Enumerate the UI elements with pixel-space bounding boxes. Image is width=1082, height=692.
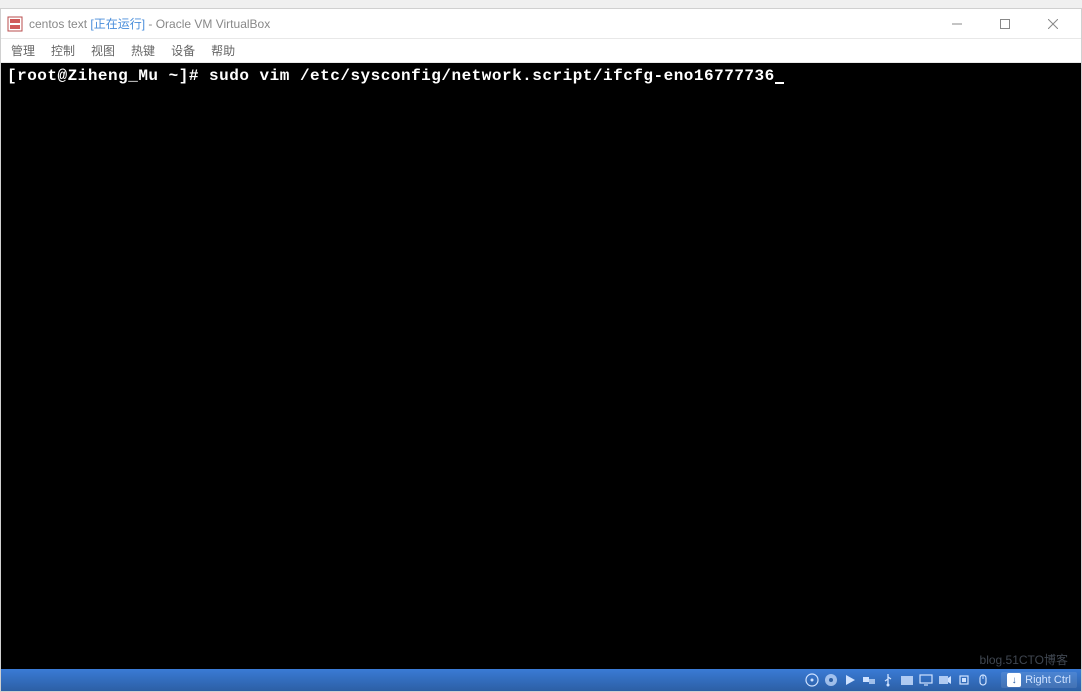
status-icons: [804, 672, 991, 688]
terminal-command: sudo vim /etc/sysconfig/network.script/i…: [209, 67, 775, 85]
disc-icon[interactable]: [804, 672, 820, 688]
virtualbox-window: centos text [正在运行] - Oracle VM VirtualBo…: [0, 8, 1082, 692]
mouse-icon[interactable]: [975, 672, 991, 688]
running-status: [正在运行]: [90, 17, 145, 31]
statusbar: ↓ Right Ctrl: [1, 669, 1081, 691]
play-icon[interactable]: [842, 672, 858, 688]
maximize-button[interactable]: [985, 11, 1025, 37]
terminal-cursor: [775, 82, 784, 84]
window-title: centos text [正在运行] - Oracle VM VirtualBo…: [29, 15, 937, 32]
menu-control[interactable]: 控制: [51, 42, 75, 59]
minimize-button[interactable]: [937, 11, 977, 37]
cropped-text-artifact: [0, 0, 1082, 8]
app-icon: [7, 16, 23, 32]
menu-devices[interactable]: 设备: [171, 42, 195, 59]
host-key-indicator[interactable]: ↓ Right Ctrl: [1001, 672, 1077, 688]
titlebar: centos text [正在运行] - Oracle VM VirtualBo…: [1, 9, 1081, 39]
close-button[interactable]: [1033, 11, 1073, 37]
folder-icon[interactable]: [899, 672, 915, 688]
menu-hotkeys[interactable]: 热键: [131, 42, 155, 59]
menubar: 管理 控制 视图 热键 设备 帮助: [1, 39, 1081, 63]
cpu-icon[interactable]: [956, 672, 972, 688]
app-suffix: - Oracle VM VirtualBox: [148, 17, 270, 31]
host-key-arrow-icon: ↓: [1007, 673, 1021, 687]
recording-icon[interactable]: [937, 672, 953, 688]
vm-name: centos text: [29, 17, 87, 31]
menu-view[interactable]: 视图: [91, 42, 115, 59]
menu-help[interactable]: 帮助: [211, 42, 235, 59]
terminal-prompt: [root@Ziheng_Mu ~]#: [7, 67, 209, 85]
vm-console[interactable]: [root@Ziheng_Mu ~]# sudo vim /etc/syscon…: [1, 63, 1081, 669]
host-key-label: Right Ctrl: [1025, 674, 1071, 686]
display-icon[interactable]: [918, 672, 934, 688]
menu-manage[interactable]: 管理: [11, 42, 35, 59]
network-icon[interactable]: [861, 672, 877, 688]
usb-icon[interactable]: [880, 672, 896, 688]
cd-icon[interactable]: [823, 672, 839, 688]
window-controls: [937, 11, 1073, 37]
